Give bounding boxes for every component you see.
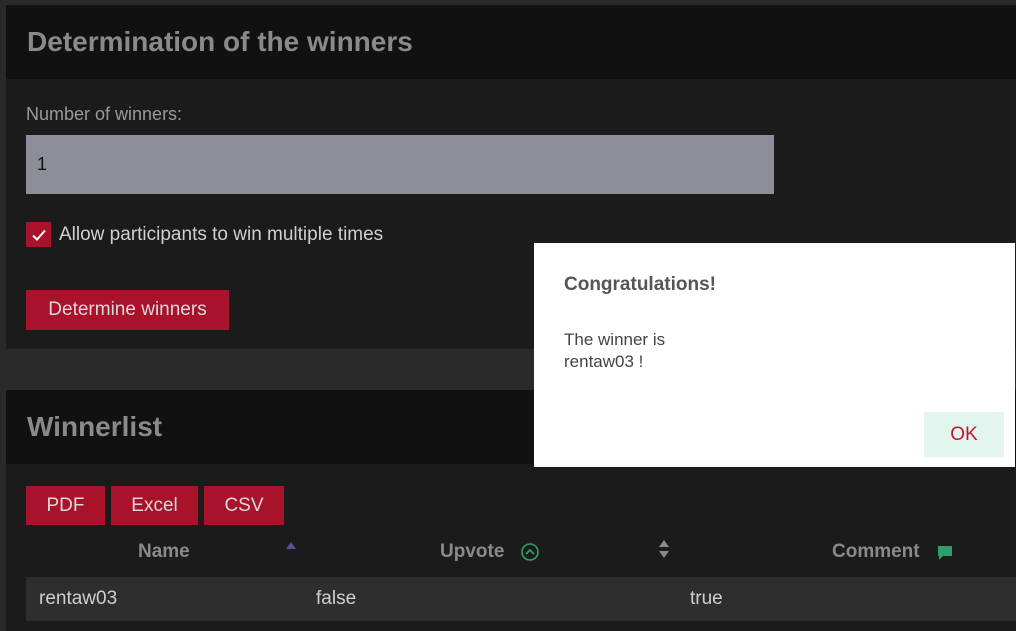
column-header-name[interactable]: Name: [138, 541, 190, 563]
allow-multiple-row[interactable]: Allow participants to win multiple times: [26, 222, 383, 247]
allow-multiple-label: Allow participants to win multiple times: [59, 223, 384, 245]
export-excel-button[interactable]: Excel: [111, 486, 198, 525]
allow-multiple-checkbox[interactable]: [26, 222, 51, 247]
dialog-message-line2: rentaw03 !: [564, 352, 644, 371]
dialog-title: Congratulations!: [564, 274, 716, 295]
upvote-icon: [521, 543, 539, 561]
column-header-upvote[interactable]: Upvote: [440, 541, 504, 563]
export-buttons: PDF Excel CSV: [26, 486, 284, 525]
table-row[interactable]: rentaw03 false true: [26, 577, 1016, 621]
ok-button[interactable]: OK: [924, 412, 1004, 457]
checkmark-icon: [31, 229, 46, 241]
winnerlist-title: Winnerlist: [27, 411, 163, 442]
congratulations-dialog: Congratulations! The winner is rentaw03 …: [534, 243, 1015, 467]
determine-winners-button[interactable]: Determine winners: [26, 290, 229, 330]
cell-name: rentaw03: [39, 588, 118, 609]
number-of-winners-input[interactable]: [26, 135, 774, 194]
number-of-winners-label: Number of winners:: [26, 104, 183, 124]
column-header-comment[interactable]: Comment: [832, 541, 920, 563]
dialog-message: The winner is rentaw03 !: [564, 329, 665, 373]
sort-asc-icon[interactable]: [285, 541, 297, 551]
dialog-message-line1: The winner is: [564, 330, 666, 349]
sort-both-icon[interactable]: [658, 539, 670, 559]
determination-title: Determination of the winners: [27, 26, 413, 57]
cell-comment: true: [690, 588, 723, 609]
export-pdf-button[interactable]: PDF: [26, 486, 105, 525]
export-csv-button[interactable]: CSV: [204, 486, 284, 525]
cell-upvote: false: [316, 588, 357, 609]
comment-icon: [938, 546, 952, 560]
table-header: Name Upvote Comment: [26, 537, 1016, 567]
determination-header: Determination of the winners: [6, 5, 1016, 79]
